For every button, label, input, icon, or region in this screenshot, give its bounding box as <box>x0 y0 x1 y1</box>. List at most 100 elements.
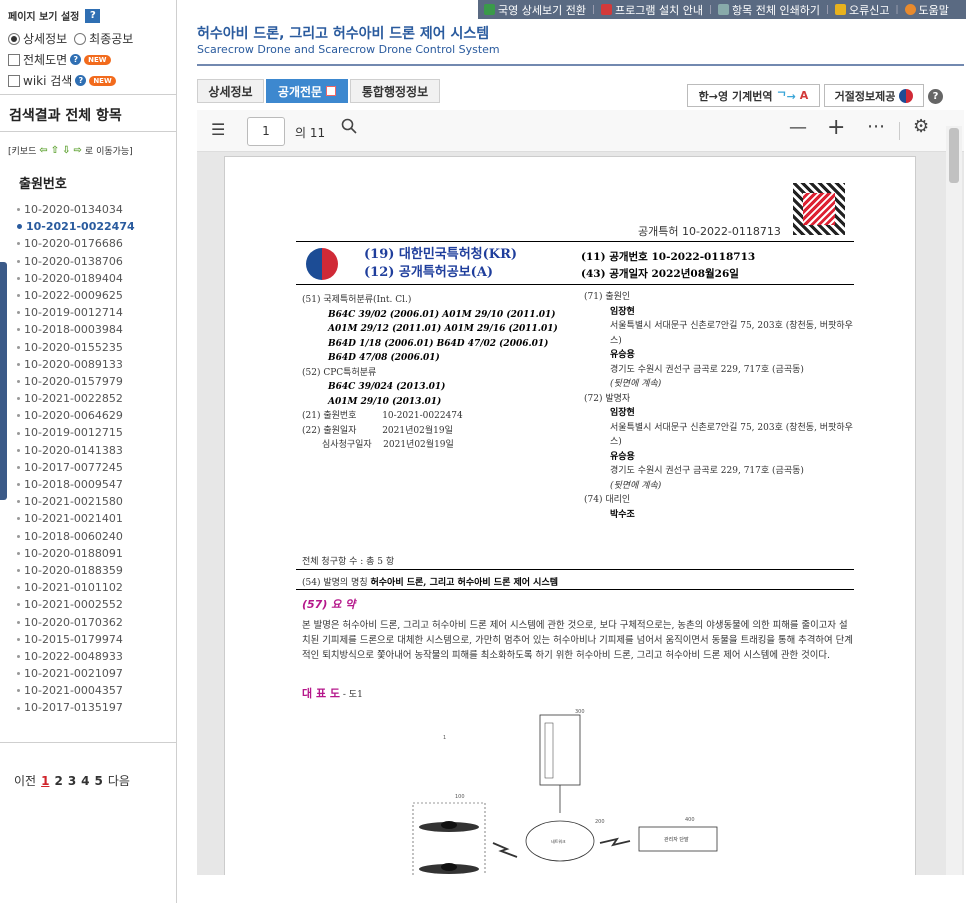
result-item-number[interactable]: 10-2018-0060240 <box>24 528 123 545</box>
result-item-number[interactable]: 10-2020-0064629 <box>24 407 123 424</box>
topbar-error-report[interactable]: 오류신고 <box>829 2 895 18</box>
result-item-number[interactable]: 10-2021-0101102 <box>24 579 123 596</box>
refusal-info-button[interactable]: 거절정보제공 <box>824 84 924 107</box>
topbar-help[interactable]: 도움말 <box>899 2 955 18</box>
settings-gear-icon[interactable]: ⚙ <box>913 116 929 137</box>
result-item[interactable]: 10-2020-0170362 <box>17 614 176 631</box>
result-item-number[interactable]: 10-2015-0179974 <box>24 631 123 648</box>
result-item-number[interactable]: 10-2018-0003984 <box>24 321 123 338</box>
result-item-number[interactable]: 10-2022-0009625 <box>24 287 123 304</box>
result-item-number[interactable]: 10-2021-0002552 <box>24 596 123 613</box>
result-item-number[interactable]: 10-2021-0004357 <box>24 682 123 699</box>
result-item[interactable]: 10-2021-0021580 <box>17 493 176 510</box>
topbar-program-install[interactable]: 프로그램 설치 안내 <box>595 2 709 18</box>
result-item[interactable]: 10-2018-0003984 <box>17 321 176 338</box>
result-item[interactable]: 10-2021-0021401 <box>17 510 176 527</box>
tab-admin-info[interactable]: 통합행정정보 <box>350 79 440 103</box>
result-item-number[interactable]: 10-2020-0141383 <box>24 442 123 459</box>
wiki-search-label[interactable]: wiki 검색 <box>23 72 72 89</box>
radio-detail[interactable] <box>8 32 20 45</box>
settings-help-icon[interactable]: ? <box>85 8 101 23</box>
page-link-1[interactable]: 1 <box>41 774 49 788</box>
page-number-input[interactable]: 1 <box>247 117 285 146</box>
result-item-number[interactable]: 10-2021-0021097 <box>24 665 123 682</box>
result-item[interactable]: 10-2018-0060240 <box>17 528 176 545</box>
result-item[interactable]: 10-2020-0064629 <box>17 407 176 424</box>
tab-detail[interactable]: 상세정보 <box>197 79 264 103</box>
radio-final-label[interactable]: 최종공보 <box>89 30 133 47</box>
result-item[interactable]: 10-2020-0188359 <box>17 562 176 579</box>
result-item[interactable]: 10-2021-0021097 <box>17 665 176 682</box>
result-item-number[interactable]: 10-2021-0022852 <box>24 390 123 407</box>
result-item[interactable]: 10-2021-0004357 <box>17 682 176 699</box>
page-link-5[interactable]: 5 <box>95 774 103 788</box>
result-item[interactable]: 10-2021-0101102 <box>17 579 176 596</box>
result-item[interactable]: 10-2019-0012714 <box>17 304 176 321</box>
page-link-4[interactable]: 4 <box>81 774 89 788</box>
result-item[interactable]: 10-2019-0012715 <box>17 424 176 441</box>
page-link-3[interactable]: 3 <box>68 774 76 788</box>
result-item-number[interactable]: 10-2020-0188091 <box>24 545 123 562</box>
next-page-link[interactable]: 다음 <box>108 772 130 789</box>
side-panel-toggle[interactable] <box>0 262 7 500</box>
result-item-number[interactable]: 10-2019-0012715 <box>24 424 123 441</box>
result-item[interactable]: 10-2021-0022852 <box>17 390 176 407</box>
result-item-number[interactable]: 10-2020-0089133 <box>24 356 123 373</box>
search-icon[interactable] <box>341 118 357 139</box>
result-item[interactable]: 10-2020-0141383 <box>17 442 176 459</box>
more-icon[interactable]: ⋯ <box>867 116 885 137</box>
zoom-out-icon[interactable]: — <box>789 117 807 138</box>
result-item[interactable]: 10-2015-0179974 <box>17 631 176 648</box>
result-item[interactable]: 10-2021-0022474 <box>17 218 176 235</box>
result-item-number[interactable]: 10-2020-0170362 <box>24 614 123 631</box>
result-item[interactable]: 10-2020-0134034 <box>17 201 176 218</box>
result-item-number[interactable]: 10-2020-0157979 <box>24 373 123 390</box>
result-item[interactable]: 10-2020-0188091 <box>17 545 176 562</box>
result-item[interactable]: 10-2017-0135197 <box>17 699 176 716</box>
scrollbar-thumb[interactable] <box>949 128 959 183</box>
topbar-eng-view[interactable]: 국영 상세보기 전환 <box>478 2 592 18</box>
topbar-print-all[interactable]: 항목 전체 인쇄하기 <box>712 2 826 18</box>
result-item[interactable]: 10-2021-0002552 <box>17 596 176 613</box>
result-item-number[interactable]: 10-2018-0009547 <box>24 476 123 493</box>
machine-translate-button[interactable]: 한→영 기계번역 ᄀ→ A <box>687 84 820 107</box>
help-icon[interactable]: ? <box>928 89 943 104</box>
result-item[interactable]: 10-2018-0009547 <box>17 476 176 493</box>
result-item-number[interactable]: 10-2021-0021401 <box>24 510 123 527</box>
result-item[interactable]: 10-2020-0189404 <box>17 270 176 287</box>
result-item-number[interactable]: 10-2021-0022474 <box>26 218 135 235</box>
scrollbar[interactable] <box>946 126 962 875</box>
result-item-number[interactable]: 10-2019-0012714 <box>24 304 123 321</box>
radio-detail-label[interactable]: 상세정보 <box>23 30 67 47</box>
result-item-number[interactable]: 10-2020-0134034 <box>24 201 123 218</box>
bullet-icon <box>17 603 20 607</box>
page-link-2[interactable]: 2 <box>54 774 62 788</box>
full-drawing-help-icon[interactable]: ? <box>70 54 82 65</box>
result-item[interactable]: 10-2020-0176686 <box>17 235 176 252</box>
full-drawing-label[interactable]: 전체도면 <box>23 51 67 68</box>
result-item-number[interactable]: 10-2022-0048933 <box>24 648 123 665</box>
result-item[interactable]: 10-2022-0048933 <box>17 648 176 665</box>
result-item[interactable]: 10-2017-0077245 <box>17 459 176 476</box>
checkbox-wiki-search[interactable] <box>8 74 20 87</box>
result-item[interactable]: 10-2022-0009625 <box>17 287 176 304</box>
result-item[interactable]: 10-2020-0155235 <box>17 339 176 356</box>
result-item[interactable]: 10-2020-0157979 <box>17 373 176 390</box>
checkbox-full-drawing[interactable] <box>8 53 20 66</box>
result-item-number[interactable]: 10-2017-0077245 <box>24 459 123 476</box>
prev-page-link[interactable]: 이전 <box>14 772 36 789</box>
result-item-number[interactable]: 10-2020-0138706 <box>24 253 123 270</box>
result-item-number[interactable]: 10-2017-0135197 <box>24 699 123 716</box>
tab-full-publication[interactable]: 공개전문 <box>266 79 348 103</box>
result-item[interactable]: 10-2020-0138706 <box>17 253 176 270</box>
result-item-number[interactable]: 10-2020-0176686 <box>24 235 123 252</box>
zoom-in-icon[interactable]: + <box>827 115 845 140</box>
radio-final[interactable] <box>74 32 87 45</box>
result-item[interactable]: 10-2020-0089133 <box>17 356 176 373</box>
wiki-help-icon[interactable]: ? <box>75 75 87 86</box>
result-item-number[interactable]: 10-2021-0021580 <box>24 493 123 510</box>
result-item-number[interactable]: 10-2020-0189404 <box>24 270 123 287</box>
result-item-number[interactable]: 10-2020-0155235 <box>24 339 123 356</box>
result-item-number[interactable]: 10-2020-0188359 <box>24 562 123 579</box>
outline-icon[interactable]: ☰ <box>211 120 225 139</box>
